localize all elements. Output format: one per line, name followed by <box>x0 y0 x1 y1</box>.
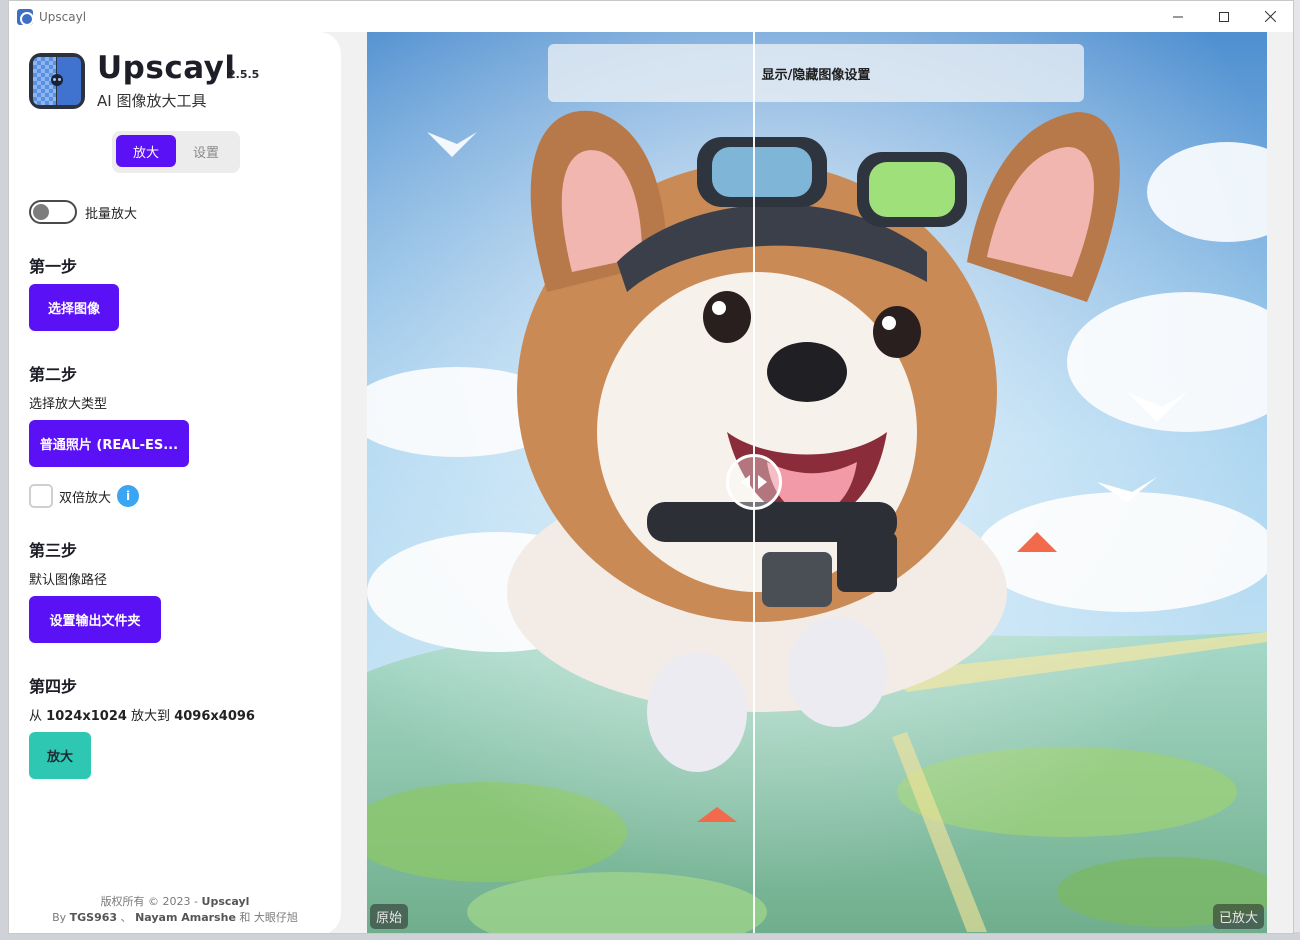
minimize-icon <box>1173 16 1183 17</box>
source-size: 1024x1024 <box>46 709 127 724</box>
close-button[interactable] <box>1247 1 1293 32</box>
target-size: 4096x4096 <box>174 709 255 724</box>
step1-title: 第一步 <box>29 257 78 276</box>
double-upscale-label: 双倍放大 <box>59 490 112 506</box>
batch-upscale-row: 批量放大 <box>29 200 137 224</box>
app-window: Upscayl Upscayl 2.5.5 AI 图像放大工具 放大 设置 批量… <box>8 0 1294 934</box>
author-link[interactable]: Nayam Amarshe <box>135 911 236 924</box>
original-label: 原始 <box>370 904 409 929</box>
maximize-icon <box>1219 11 1229 22</box>
footer-authors: By TGS963 、 Nayam Amarshe 和 大眼仔旭 <box>9 909 341 925</box>
minimize-button[interactable] <box>1155 1 1201 32</box>
copyright-brand: Upscayl <box>201 895 250 908</box>
mode-tabs: 放大 设置 <box>112 131 240 173</box>
batch-upscale-toggle[interactable] <box>29 200 77 224</box>
app-subtitle: AI 图像放大工具 <box>97 92 207 110</box>
set-output-folder-button[interactable]: 设置输出文件夹 <box>29 596 161 643</box>
toggle-image-settings-button[interactable]: 显示/隐藏图像设置 <box>548 44 1084 102</box>
window-title: Upscayl <box>39 9 87 24</box>
maximize-button[interactable] <box>1201 1 1247 32</box>
corgi-pilot-image <box>367 32 1267 933</box>
step2-title: 第二步 <box>29 365 78 384</box>
tab-settings[interactable]: 设置 <box>176 135 236 167</box>
app-version: 2.5.5 <box>228 68 260 81</box>
model-select-button[interactable]: 普通照片 (REAL-ES... <box>29 420 189 467</box>
sidebar: Upscayl 2.5.5 AI 图像放大工具 放大 设置 批量放大 第一步 选… <box>9 32 341 933</box>
info-icon[interactable]: i <box>117 485 140 507</box>
select-image-button[interactable]: 选择图像 <box>29 284 119 331</box>
step4-title: 第四步 <box>29 677 78 696</box>
copyright-text: 版权所有 © 2023 - <box>100 895 199 908</box>
batch-upscale-label: 批量放大 <box>85 206 138 222</box>
author-link[interactable]: TGS963 <box>70 911 117 924</box>
window-controls <box>1155 1 1293 32</box>
left-right-arrows-icon <box>741 475 767 489</box>
scale-info: 从 1024x1024 放大到 4096x4096 <box>29 705 255 724</box>
by-label: By <box>52 911 67 924</box>
upscaled-label: 已放大 <box>1212 904 1264 929</box>
and-label: 和 <box>239 911 251 924</box>
close-icon <box>1264 11 1276 22</box>
image-comparison-viewer[interactable]: 显示/隐藏图像设置 原始 已放大 <box>367 32 1267 933</box>
step3-description: 默认图像路径 <box>29 573 108 588</box>
scale-prefix: 从 <box>29 709 43 724</box>
title-bar[interactable]: Upscayl <box>9 1 1293 32</box>
double-upscale-checkbox[interactable] <box>29 484 53 508</box>
upscayl-logo <box>29 53 85 109</box>
tab-upscale[interactable]: 放大 <box>116 135 176 167</box>
step3-title: 第三步 <box>29 541 78 560</box>
scale-middle: 放大到 <box>131 709 171 724</box>
author-separator: 、 <box>120 911 132 924</box>
app-name: Upscayl <box>97 50 236 86</box>
app-logo-icon <box>17 8 33 25</box>
author-link[interactable]: 大眼仔旭 <box>254 911 298 924</box>
step2-description: 选择放大类型 <box>29 397 108 412</box>
upscale-button[interactable]: 放大 <box>29 732 91 779</box>
double-upscale-row: 双倍放大 i <box>29 484 140 508</box>
comparison-slider-handle[interactable] <box>726 454 782 510</box>
footer-copyright: 版权所有 © 2023 - Upscayl <box>9 893 341 909</box>
